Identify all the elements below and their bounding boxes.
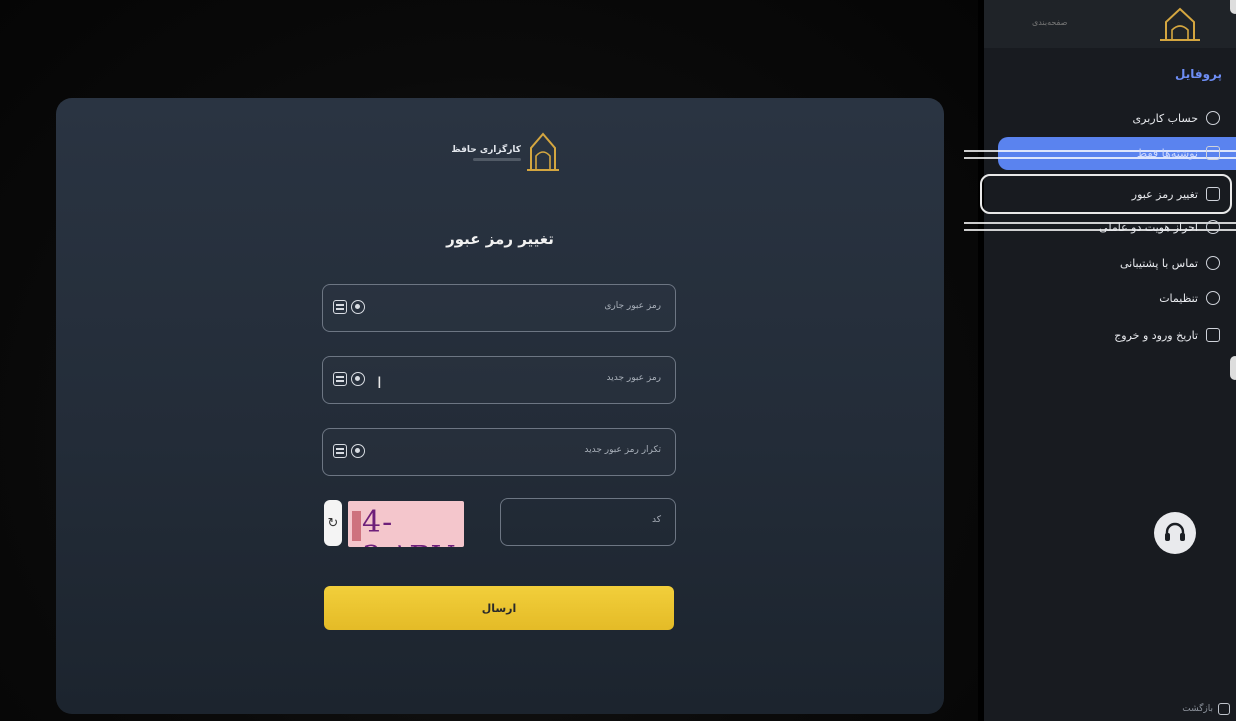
- main-stage: کارگزاری حافظ تغییر رمز عبور رمز عبور جا…: [0, 0, 978, 721]
- sidebar-item-posts[interactable]: نوشته‌ها فقط: [994, 137, 1226, 169]
- new-password-placeholder: رمز عبور جدید: [606, 373, 661, 383]
- sidebar-item-label: حساب کاربری: [1132, 111, 1198, 125]
- new-password-field[interactable]: I رمز عبور جدید: [322, 356, 676, 404]
- captcha-text: 4-3_\BV: [362, 505, 454, 547]
- eye-icon[interactable]: [351, 300, 365, 314]
- repeat-password-placeholder: تکرار رمز عبور جدید: [584, 445, 661, 455]
- brand-tagline: [473, 158, 521, 161]
- keyboard-icon[interactable]: [333, 300, 347, 314]
- headset-icon: [1165, 522, 1185, 541]
- sidebar-item-support[interactable]: تماس با پشتیبانی: [994, 247, 1226, 279]
- shield-check-icon: [1206, 187, 1220, 201]
- sidebar-item-account[interactable]: حساب کاربری: [994, 102, 1226, 134]
- hafez-logo-icon: [1160, 7, 1200, 41]
- support-chat-button[interactable]: [1154, 512, 1196, 554]
- sidebar-item-two-factor[interactable]: احراز هویت دو عاملی: [994, 211, 1226, 243]
- sidebar-item-label: نوشته‌ها فقط: [1136, 146, 1198, 160]
- current-password-field[interactable]: رمز عبور جاری: [322, 284, 676, 332]
- back-icon: [1218, 703, 1230, 715]
- captcha-image: 4-3_\BV: [348, 501, 464, 547]
- eye-icon[interactable]: [351, 372, 365, 386]
- document-icon: [1206, 146, 1220, 160]
- gear-icon: [1206, 291, 1220, 305]
- home-link[interactable]: صفحه‌بندی: [1032, 18, 1067, 27]
- sidebar-item-change-password[interactable]: تغییر رمز عبور: [994, 178, 1226, 210]
- profile-sidebar: صفحه‌بندی پروفایل حساب کاربری نوشته‌ها ف…: [964, 0, 1236, 721]
- sidebar-item-login-history[interactable]: تاریخ ورود و خروج: [994, 319, 1226, 351]
- brand-logo: کارگزاری حافظ: [451, 130, 561, 174]
- refresh-captcha-button[interactable]: ↻: [324, 500, 342, 546]
- sidebar-item-label: تنظیمات: [1159, 291, 1198, 305]
- text-cursor-icon: I: [377, 373, 382, 392]
- sidebar-item-settings[interactable]: تنظیمات: [994, 282, 1226, 314]
- keyboard-icon[interactable]: [333, 444, 347, 458]
- captcha-input[interactable]: کد: [500, 498, 676, 546]
- eye-icon[interactable]: [351, 444, 365, 458]
- hafez-logo-icon: [527, 132, 559, 171]
- page-title: تغییر رمز عبور: [446, 230, 554, 248]
- sidebar-item-label: تاریخ ورود و خروج: [1114, 328, 1198, 342]
- keyboard-icon[interactable]: [333, 372, 347, 386]
- back-label: بازگشت: [1182, 704, 1213, 714]
- change-password-card: کارگزاری حافظ تغییر رمز عبور رمز عبور جا…: [56, 98, 944, 714]
- submit-button[interactable]: ارسال: [324, 586, 674, 630]
- sidebar-item-label: تماس با پشتیبانی: [1119, 256, 1198, 270]
- user-icon: [1206, 111, 1220, 125]
- back-button[interactable]: بازگشت: [1182, 703, 1230, 715]
- current-password-placeholder: رمز عبور جاری: [604, 301, 661, 311]
- sidebar-item-label: احراز هویت دو عاملی: [1099, 220, 1198, 234]
- support-icon: [1206, 256, 1220, 270]
- repeat-password-field[interactable]: تکرار رمز عبور جدید: [322, 428, 676, 476]
- sidebar-header: صفحه‌بندی: [984, 0, 1236, 48]
- calendar-icon: [1206, 328, 1220, 342]
- user-lock-icon: [1206, 220, 1220, 234]
- refresh-icon: ↻: [327, 515, 339, 531]
- sidebar-item-label: تغییر رمز عبور: [1131, 187, 1198, 201]
- captcha-placeholder: کد: [651, 515, 661, 525]
- sidebar-section-title: پروفایل: [1174, 67, 1222, 81]
- brand-name: کارگزاری حافظ: [451, 145, 521, 155]
